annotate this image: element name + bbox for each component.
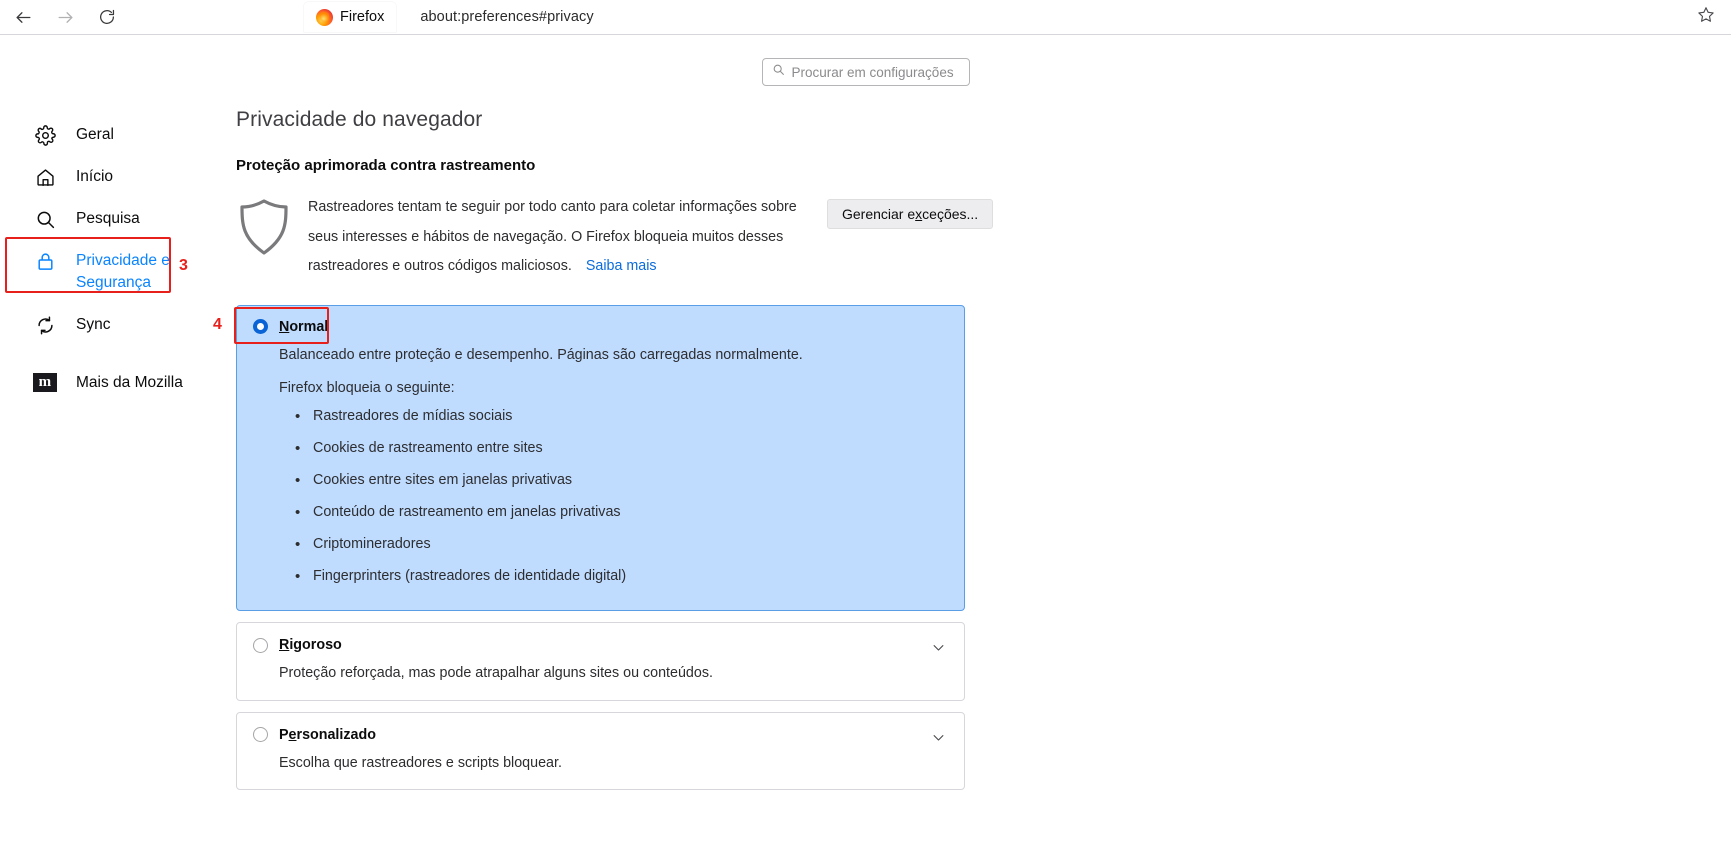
navigation-buttons <box>0 2 124 32</box>
manage-exceptions-button[interactable]: Gerenciar exceções... <box>827 199 994 229</box>
sidebar-item-label: Pesquisa <box>76 210 140 227</box>
option-card-personalizado[interactable]: Personalizado Escolha que rastreadores e… <box>236 711 965 791</box>
gear-icon <box>32 124 58 146</box>
tracking-protection-options: Normal Balanceado entre proteção e desem… <box>213 304 965 791</box>
settings-search-box[interactable] <box>761 58 970 86</box>
list-item: Rastreadores de mídias sociais <box>295 400 948 432</box>
shield-icon <box>236 193 308 264</box>
section-title-etp: Proteção aprimorada contra rastreamento <box>236 157 536 174</box>
option-header-rigoroso[interactable]: Rigoroso <box>237 623 964 653</box>
sidebar-item-pesquisa[interactable]: Pesquisa <box>27 198 234 240</box>
option-title-suffix: igoroso <box>289 637 342 654</box>
list-item: Fingerprinters (rastreadores de identida… <box>295 560 948 592</box>
option-title-normal: Normal <box>279 319 328 335</box>
etp-intro-row: Rastreadores tentam te seguir por todo c… <box>236 193 994 282</box>
bookmark-star-icon[interactable] <box>1697 6 1715 29</box>
sidebar-item-label: Geral <box>76 126 114 143</box>
etp-description: Rastreadores tentam te seguir por todo c… <box>308 193 813 282</box>
main-panel: Privacidade do navegador Proteção aprimo… <box>213 108 994 801</box>
option-title-rigoroso: Rigoroso <box>279 637 342 653</box>
option-title-personalizado: Personalizado <box>279 727 376 743</box>
forward-button[interactable] <box>48 2 82 32</box>
search-input[interactable] <box>791 64 960 80</box>
chevron-down-icon[interactable] <box>931 730 946 750</box>
sidebar-item-mais-da-mozilla[interactable]: m Mais da Mozilla <box>27 362 234 404</box>
option-header-normal[interactable]: Normal <box>237 306 964 335</box>
option-title-suffix: rsonalizado <box>296 726 376 743</box>
tab-firefox-preferences[interactable]: Firefox <box>304 2 397 32</box>
sidebar-item-label: Sync <box>76 316 111 333</box>
mozilla-m-icon: m <box>32 372 58 392</box>
home-icon <box>32 166 58 188</box>
search-icon <box>32 208 58 230</box>
chevron-down-icon[interactable] <box>931 640 946 660</box>
sidebar-item-inicio[interactable]: Início <box>27 156 234 198</box>
learn-more-link[interactable]: Saiba mais <box>586 258 657 274</box>
search-icon <box>772 63 785 81</box>
tab-strip: Firefox <box>304 2 397 32</box>
option-title-accesskey: N <box>279 318 290 335</box>
etp-description-text: Rastreadores tentam te seguir por todo c… <box>308 199 797 275</box>
reload-button[interactable] <box>90 2 124 32</box>
radio-normal[interactable] <box>253 319 268 335</box>
radio-personalizado[interactable] <box>253 727 268 743</box>
manage-exceptions-prefix: Gerenciar e <box>842 206 916 222</box>
page-title: Privacidade do navegador <box>236 108 483 131</box>
option-title-suffix: ormal <box>289 318 329 335</box>
option-title-accesskey: R <box>279 637 290 654</box>
url-text[interactable]: about:preferences#privacy <box>420 9 593 25</box>
radio-rigoroso[interactable] <box>253 637 268 653</box>
manage-exceptions-suffix: ceções... <box>922 206 979 222</box>
option-header-personalizado[interactable]: Personalizado <box>237 713 964 743</box>
lock-icon <box>32 250 58 272</box>
browser-chrome: Firefox about:preferences#privacy <box>0 0 1731 35</box>
back-button[interactable] <box>6 2 40 32</box>
sidebar-item-label: Início <box>76 168 114 185</box>
settings-search-row <box>0 35 1731 86</box>
option-description-rigoroso: Proteção reforçada, mas pode atrapalhar … <box>279 665 713 682</box>
option-title-prefix: P <box>279 726 289 743</box>
annotation-number-4: 4 <box>213 315 222 333</box>
annotation-number-3: 3 <box>179 257 188 274</box>
sidebar-item-privacy-security[interactable]: Privacidade e Segurança 3 <box>5 237 234 304</box>
sync-icon <box>32 314 58 336</box>
option-card-rigoroso[interactable]: Rigoroso Proteção reforçada, mas pode at… <box>236 622 965 701</box>
page-content: Geral Início Pesquisa Privacidade e Segu… <box>0 86 1731 801</box>
sidebar-item-label: Mais da Mozilla <box>76 374 183 391</box>
firefox-logo-icon <box>316 8 333 26</box>
sidebar-item-sync[interactable]: Sync <box>27 304 234 346</box>
sidebar-item-label: Privacidade e Segurança <box>76 252 170 291</box>
blocks-label: Firefox bloqueia o seguinte: <box>279 380 455 397</box>
sidebar-item-geral[interactable]: Geral <box>27 114 234 156</box>
tab-label: Firefox <box>340 9 385 25</box>
option-card-normal[interactable]: Normal Balanceado entre proteção e desem… <box>213 304 965 612</box>
list-item: Cookies entre sites em janelas privativa… <box>295 464 948 496</box>
option-description-normal: Balanceado entre proteção e desempenho. … <box>279 346 803 363</box>
option-description-personalizado: Escolha que rastreadores e scripts bloqu… <box>279 754 562 771</box>
list-item: Cookies de rastreamento entre sites <box>295 432 948 464</box>
list-item: Conteúdo de rastreamento em janelas priv… <box>295 496 948 528</box>
option-title-accesskey: e <box>288 726 297 743</box>
sidebar: Geral Início Pesquisa Privacidade e Segu… <box>0 108 234 801</box>
list-item: Criptomineradores <box>295 528 948 560</box>
blocked-items-list: Rastreadores de mídias sociais Cookies d… <box>237 400 964 610</box>
